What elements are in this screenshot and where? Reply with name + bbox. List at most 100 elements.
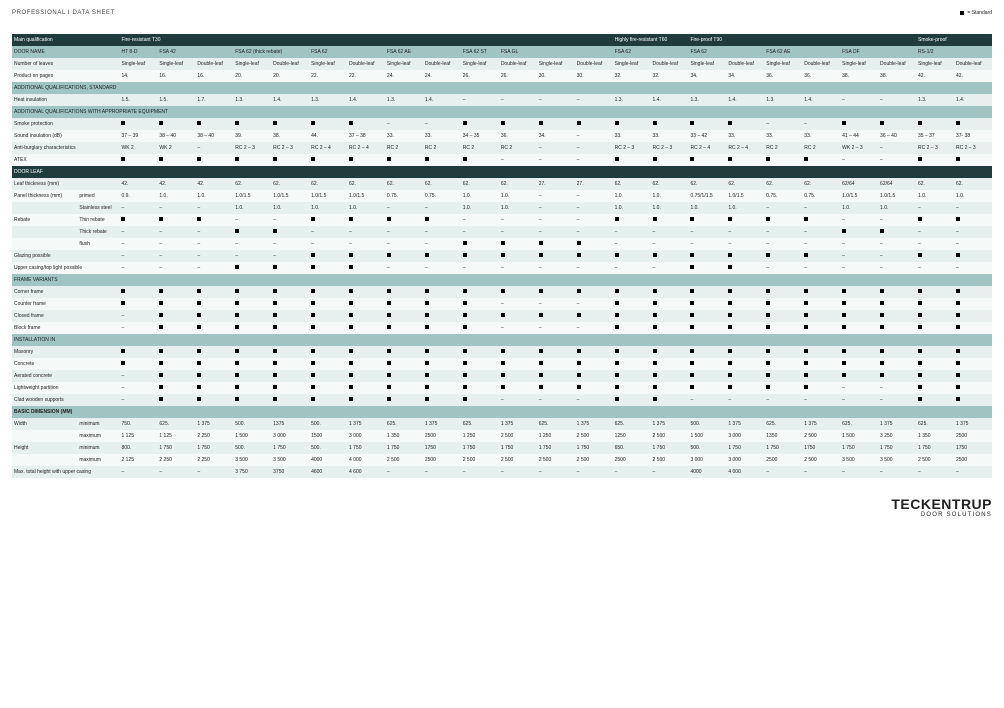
cell: 1 375 bbox=[651, 418, 689, 430]
cell: – bbox=[802, 226, 840, 238]
cell: – bbox=[575, 262, 613, 274]
cell bbox=[461, 298, 499, 310]
cell bbox=[802, 250, 840, 262]
cell bbox=[309, 262, 347, 274]
cell: RC 2 bbox=[423, 142, 461, 154]
cell: Main qualification bbox=[12, 34, 119, 46]
cell: FSA 62 bbox=[613, 46, 689, 58]
cell bbox=[271, 118, 309, 130]
cell bbox=[233, 358, 271, 370]
cell bbox=[840, 358, 878, 370]
cell: RC 2 – 3 bbox=[271, 142, 309, 154]
cell bbox=[309, 370, 347, 382]
cell: – bbox=[764, 238, 802, 250]
cell: – bbox=[575, 322, 613, 334]
cell: 26. bbox=[499, 70, 537, 82]
cell bbox=[233, 298, 271, 310]
cell: 500. bbox=[688, 442, 726, 454]
cell bbox=[309, 310, 347, 322]
cell: – bbox=[954, 202, 992, 214]
cell: 32. bbox=[613, 70, 651, 82]
cell: RC 2 bbox=[385, 142, 423, 154]
cell: – bbox=[195, 250, 233, 262]
table-row: Block frame–––– bbox=[12, 322, 992, 334]
cell: – bbox=[537, 298, 575, 310]
cell: – bbox=[119, 202, 157, 214]
cell bbox=[385, 370, 423, 382]
cell bbox=[688, 286, 726, 298]
cell: 650. bbox=[613, 442, 651, 454]
cell: 1 750 bbox=[195, 442, 233, 454]
cell: Double-leaf bbox=[575, 58, 613, 70]
cell: – bbox=[802, 238, 840, 250]
cell: Single-leaf bbox=[916, 58, 954, 70]
cell: Double-leaf bbox=[347, 58, 385, 70]
cell bbox=[802, 310, 840, 322]
cell: – bbox=[119, 370, 157, 382]
cell bbox=[688, 118, 726, 130]
cell: WK 2 – 3 bbox=[840, 142, 878, 154]
cell bbox=[575, 310, 613, 322]
cell: 3 000 bbox=[726, 430, 764, 442]
cell: 14. bbox=[119, 70, 157, 82]
cell bbox=[157, 370, 195, 382]
cell: maximum bbox=[77, 454, 119, 466]
cell bbox=[764, 250, 802, 262]
cell: 1 750 bbox=[385, 442, 423, 454]
cell: 1.0/1.5 bbox=[840, 190, 878, 202]
cell: 1 375 bbox=[954, 418, 992, 430]
cell: FSA 42 bbox=[157, 46, 233, 58]
cell: – bbox=[195, 262, 233, 274]
cell: 1 750 bbox=[499, 442, 537, 454]
table-row: Panel thickness (mm)primed0.9.1.0.1.0.1.… bbox=[12, 190, 992, 202]
cell: 1.3. bbox=[233, 94, 271, 106]
cell: – bbox=[840, 262, 878, 274]
cell bbox=[764, 322, 802, 334]
cell bbox=[423, 322, 461, 334]
cell bbox=[309, 382, 347, 394]
cell: 1.0/1.5 bbox=[347, 190, 385, 202]
cell bbox=[499, 34, 613, 46]
cell: 625. bbox=[461, 418, 499, 430]
legend-standard: = Standard bbox=[960, 10, 992, 16]
cell bbox=[878, 310, 916, 322]
cell bbox=[499, 286, 537, 298]
cell bbox=[195, 382, 233, 394]
cell: 1.3. bbox=[385, 94, 423, 106]
table-row: ADDITIONAL QUALIFICATIONS, STANDARD bbox=[12, 82, 992, 94]
cell: – bbox=[802, 466, 840, 478]
square-icon bbox=[960, 11, 964, 15]
cell: – bbox=[688, 226, 726, 238]
cell: – bbox=[423, 118, 461, 130]
cell: minimum bbox=[77, 442, 119, 454]
cell bbox=[688, 310, 726, 322]
cell: – bbox=[119, 394, 157, 406]
cell: 2500 bbox=[423, 430, 461, 442]
cell: Double-leaf bbox=[195, 58, 233, 70]
cell: – bbox=[651, 238, 689, 250]
cell: – bbox=[878, 142, 916, 154]
cell: 3750 bbox=[271, 466, 309, 478]
cell bbox=[195, 370, 233, 382]
cell bbox=[461, 346, 499, 358]
cell: – bbox=[499, 262, 537, 274]
cell: 42. bbox=[954, 70, 992, 82]
cell: Single-leaf bbox=[233, 58, 271, 70]
cell: 1.0. bbox=[195, 190, 233, 202]
cell bbox=[688, 250, 726, 262]
cell: 62. bbox=[347, 178, 385, 190]
cell: 3 000 bbox=[271, 430, 309, 442]
cell: FSA 62 (thick rebate) bbox=[233, 46, 309, 58]
cell: – bbox=[537, 154, 575, 166]
cell: 1 375 bbox=[499, 418, 537, 430]
cell: 38. bbox=[840, 70, 878, 82]
brand-sub: DOOR SOLUTIONS bbox=[12, 512, 992, 518]
cell bbox=[651, 394, 689, 406]
cell bbox=[12, 454, 77, 466]
cell: 36. bbox=[802, 70, 840, 82]
cell: 33. bbox=[726, 130, 764, 142]
cell bbox=[651, 310, 689, 322]
cell: 0.75. bbox=[802, 190, 840, 202]
cell: Double-leaf bbox=[651, 58, 689, 70]
cell: – bbox=[195, 466, 233, 478]
